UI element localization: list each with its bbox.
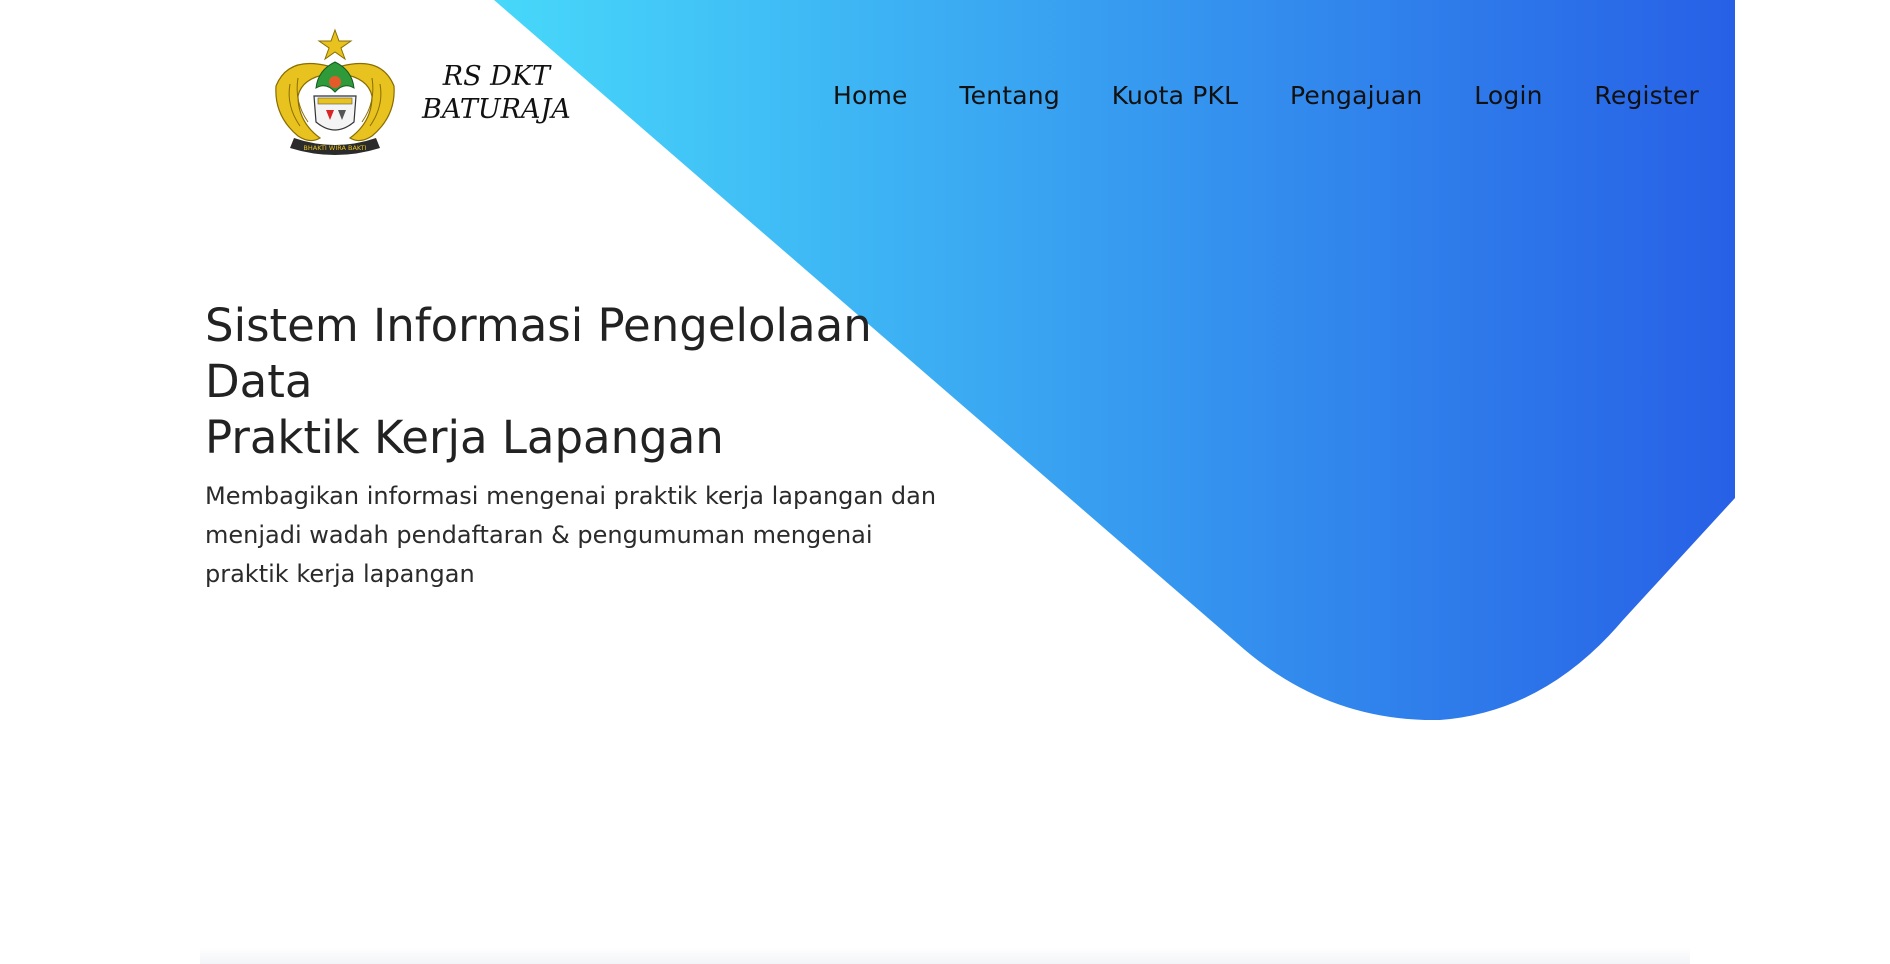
landing-page: BHAKTI WIRA BAKTI RS DKT BATURAJA Home T… (0, 0, 1890, 964)
nav-kuota-pkl-link[interactable]: Kuota PKL (1112, 81, 1239, 110)
brand-name-line1: RS DKT (442, 61, 551, 92)
army-emblem-icon: BHAKTI WIRA BAKTI (275, 28, 395, 155)
nav-home-link[interactable]: Home (833, 81, 908, 110)
nav-pengajuan-link[interactable]: Pengajuan (1290, 81, 1422, 110)
nav-tentang-link[interactable]: Tentang (959, 81, 1060, 110)
hero-title: Sistem Informasi Pengelolaan Data Prakti… (205, 298, 965, 466)
emblem-ribbon-text: BHAKTI WIRA BAKTI (303, 144, 366, 152)
hero-description: Membagikan informasi mengenai praktik ke… (205, 482, 937, 588)
brand-logo[interactable]: BHAKTI WIRA BAKTI RS DKT BATURAJA (268, 26, 578, 160)
nav-login-link[interactable]: Login (1474, 81, 1542, 110)
section-divider-shadow (200, 948, 1690, 964)
hero-title-line1: Sistem Informasi Pengelolaan Data (205, 299, 872, 408)
nav-register-link[interactable]: Register (1594, 81, 1699, 110)
main-nav: Home Tentang Kuota PKL Pengajuan Login R… (833, 74, 1699, 116)
hero-title-line2: Praktik Kerja Lapangan (205, 411, 724, 464)
brand-name-line2: BATURAJA (422, 94, 571, 125)
brand-name: RS DKT BATURAJA (422, 60, 571, 126)
